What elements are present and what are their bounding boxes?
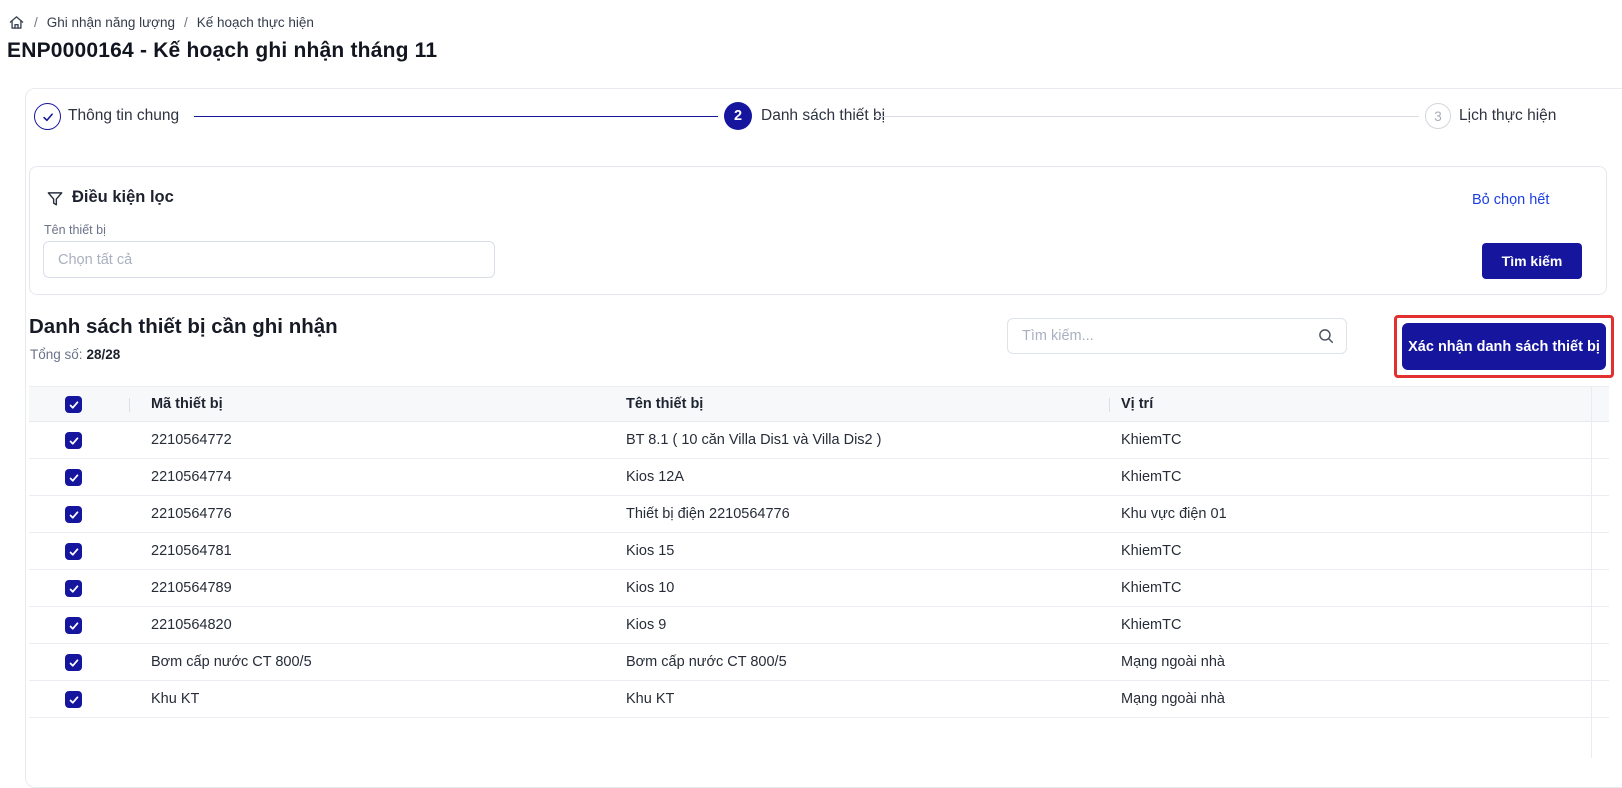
check-icon xyxy=(68,546,80,558)
device-location-cell: KhiemTC xyxy=(1121,422,1181,459)
check-icon xyxy=(68,620,80,632)
row-checkbox[interactable] xyxy=(65,580,82,597)
column-header-code[interactable]: Mã thiết bị xyxy=(151,387,223,422)
check-icon xyxy=(68,472,80,484)
device-code-cell: Bơm cấp nước CT 800/5 xyxy=(151,644,312,681)
device-name-label: Tên thiết bị xyxy=(44,223,106,237)
device-code-cell: Khu KT xyxy=(151,681,199,718)
table-row: Khu KT Khu KT Mạng ngoài nhà xyxy=(29,681,1609,718)
row-checkbox[interactable] xyxy=(65,543,82,560)
device-name-cell: Kios 9 xyxy=(626,607,666,644)
table-row: Bơm cấp nước CT 800/5 Bơm cấp nước CT 80… xyxy=(29,644,1609,681)
device-code-cell: 2210564789 xyxy=(151,570,232,607)
device-table: Mã thiết bị Tên thiết bị Vị trí 22105647… xyxy=(29,386,1609,758)
device-name-cell: Kios 12A xyxy=(626,459,684,496)
device-code-cell: 2210564772 xyxy=(151,422,232,459)
breadcrumb-item-execution-plan[interactable]: Kế hoạch thực hiện xyxy=(197,15,314,30)
check-icon xyxy=(68,657,80,669)
table-row: 2210564781 Kios 15 KhiemTC xyxy=(29,533,1609,570)
check-icon xyxy=(41,110,55,124)
table-scrollbar-track[interactable] xyxy=(1591,386,1592,758)
device-name-cell: BT 8.1 ( 10 căn Villa Dis1 và Villa Dis2… xyxy=(626,422,881,459)
device-location-cell: KhiemTC xyxy=(1121,607,1181,644)
check-icon xyxy=(68,694,80,706)
confirm-device-list-button[interactable]: Xác nhận danh sách thiết bị xyxy=(1402,323,1606,370)
step-3-label: Lịch thực hiện xyxy=(1459,107,1556,125)
page-title: ENP0000164 - Kế hoạch ghi nhận tháng 11 xyxy=(7,39,437,63)
device-name-cell: Bơm cấp nước CT 800/5 xyxy=(626,644,787,681)
home-icon[interactable] xyxy=(8,14,25,31)
step-1-label: Thông tin chung xyxy=(68,107,179,125)
row-checkbox[interactable] xyxy=(65,691,82,708)
filter-panel: Điều kiện lọc Bỏ chọn hết Tên thiết bị T… xyxy=(29,166,1607,295)
device-list-title: Danh sách thiết bị cần ghi nhận xyxy=(29,315,338,339)
breadcrumb-item-energy-record[interactable]: Ghi nhận năng lượng xyxy=(47,15,175,30)
funnel-icon xyxy=(46,190,64,208)
row-checkbox[interactable] xyxy=(65,654,82,671)
step-3-indicator[interactable]: 3 xyxy=(1425,103,1451,129)
step-1-indicator[interactable] xyxy=(34,103,61,130)
table-row: 2210564789 Kios 10 KhiemTC xyxy=(29,570,1609,607)
table-header-row: Mã thiết bị Tên thiết bị Vị trí xyxy=(29,386,1609,422)
column-header-location[interactable]: Vị trí xyxy=(1121,387,1153,422)
column-header-name[interactable]: Tên thiết bị xyxy=(626,387,703,422)
breadcrumb-separator: / xyxy=(34,15,38,30)
check-icon xyxy=(68,399,80,411)
highlight-annotation: Xác nhận danh sách thiết bị xyxy=(1394,315,1614,378)
device-code-cell: 2210564781 xyxy=(151,533,232,570)
device-location-cell: Khu vực điện 01 xyxy=(1121,496,1227,533)
check-icon xyxy=(68,583,80,595)
total-count: Tổng số: 28/28 xyxy=(30,347,120,362)
device-location-cell: Mạng ngoài nhà xyxy=(1121,681,1225,718)
breadcrumb-separator: / xyxy=(184,15,188,30)
clear-all-link[interactable]: Bỏ chọn hết xyxy=(1472,192,1549,208)
step-2-label: Danh sách thiết bị xyxy=(761,107,885,125)
total-count-label: Tổng số: xyxy=(30,347,83,362)
row-checkbox[interactable] xyxy=(65,617,82,634)
stepper-connector xyxy=(194,116,718,117)
device-location-cell: KhiemTC xyxy=(1121,533,1181,570)
row-checkbox[interactable] xyxy=(65,432,82,449)
search-button[interactable]: Tìm kiếm xyxy=(1482,243,1582,279)
device-location-cell: KhiemTC xyxy=(1121,459,1181,496)
device-code-cell: 2210564820 xyxy=(151,607,232,644)
table-row: 2210564820 Kios 9 KhiemTC xyxy=(29,607,1609,644)
row-checkbox[interactable] xyxy=(65,506,82,523)
table-body: 2210564772 BT 8.1 ( 10 căn Villa Dis1 và… xyxy=(29,422,1609,718)
row-checkbox[interactable] xyxy=(65,469,82,486)
main-card: Thông tin chung 2 Danh sách thiết bị 3 L… xyxy=(25,88,1622,788)
search-icon xyxy=(1317,327,1335,345)
filter-title: Điều kiện lọc xyxy=(72,188,174,207)
device-name-cell: Kios 15 xyxy=(626,533,674,570)
device-code-cell: 2210564774 xyxy=(151,459,232,496)
table-search-box xyxy=(1007,318,1347,354)
select-all-checkbox[interactable] xyxy=(65,396,82,413)
device-name-cell: Khu KT xyxy=(626,681,674,718)
device-location-cell: Mạng ngoài nhà xyxy=(1121,644,1225,681)
column-divider xyxy=(129,398,130,412)
check-icon xyxy=(68,509,80,521)
total-count-value: 28/28 xyxy=(87,347,121,362)
table-search-input[interactable] xyxy=(1007,318,1347,354)
device-name-cell: Kios 10 xyxy=(626,570,674,607)
table-row: 2210564774 Kios 12A KhiemTC xyxy=(29,459,1609,496)
device-name-input[interactable] xyxy=(43,241,495,278)
device-code-cell: 2210564776 xyxy=(151,496,232,533)
stepper-connector xyxy=(874,116,1419,117)
column-divider xyxy=(1109,398,1110,412)
device-location-cell: KhiemTC xyxy=(1121,570,1181,607)
check-icon xyxy=(68,435,80,447)
table-row: 2210564776 Thiết bị điện 2210564776 Khu … xyxy=(29,496,1609,533)
breadcrumb: / Ghi nhận năng lượng / Kế hoạch thực hi… xyxy=(8,14,314,31)
table-row: 2210564772 BT 8.1 ( 10 căn Villa Dis1 và… xyxy=(29,422,1609,459)
device-name-cell: Thiết bị điện 2210564776 xyxy=(626,496,790,533)
step-2-indicator[interactable]: 2 xyxy=(724,102,752,130)
